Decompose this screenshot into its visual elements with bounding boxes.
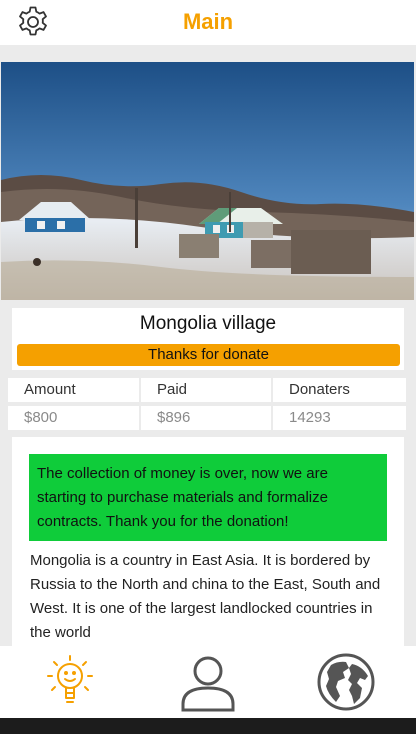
donaters-header: Donaters [273,378,406,402]
content-card: The collection of money is over, now we … [12,437,404,657]
top-bar: Main [0,0,416,45]
project-name: Mongolia village [139,313,277,334]
gear-icon[interactable] [16,5,50,39]
stats-values-row: $800 $896 14293 [8,406,408,430]
completion-notice: The collection of money is over, now we … [29,454,387,541]
description-text: Mongolia is a country in East Asia. It i… [30,552,381,641]
system-navigation-bar [0,718,416,734]
stats-header-row: Amount Paid Donaters [8,378,408,402]
donaters-value: 14293 [273,406,406,430]
donation-status-bar[interactable]: Thanks for donate [17,344,400,366]
stats-table: Amount Paid Donaters $800 $896 14293 [8,378,408,434]
paid-header: Paid [141,378,271,402]
lightbulb-icon[interactable] [40,652,100,712]
globe-icon[interactable] [316,652,376,712]
page-title: Main [182,9,234,34]
village-photo [1,62,414,300]
amount-header: Amount [8,378,139,402]
hero-image [1,62,414,300]
paid-value: $896 [141,406,271,430]
bottom-navigation [0,646,416,718]
user-icon[interactable] [178,652,238,712]
amount-value: $800 [8,406,139,430]
project-card: Mongolia village Thanks for donate [12,308,404,370]
